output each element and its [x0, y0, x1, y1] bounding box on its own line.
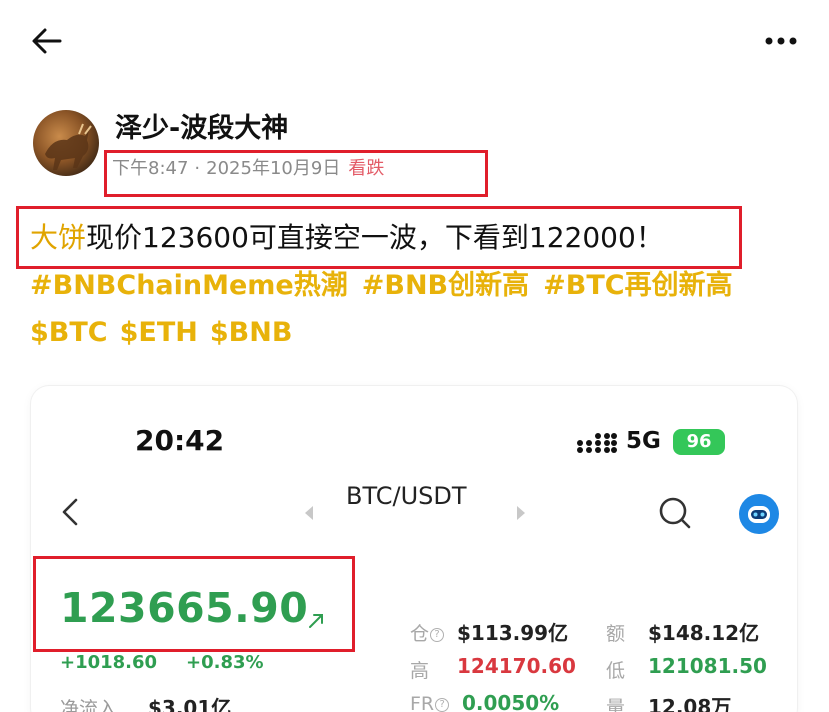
robot-assistant-icon[interactable] [739, 494, 779, 534]
change-absolute: +1018.60 [60, 652, 158, 673]
prev-pair-icon[interactable] [303, 505, 315, 521]
search-icon[interactable] [657, 495, 693, 531]
hashtag-bnb-new-high[interactable]: #BNB创新高 [362, 270, 529, 301]
low-label: 低 [606, 660, 626, 682]
status-time: 20:42 [135, 424, 225, 457]
funding-rate-label: FR? [410, 693, 450, 712]
post-highlight-box [16, 206, 742, 269]
cashtag-row: $BTC $ETH $BNB [30, 315, 304, 351]
cashtag-bnb[interactable]: $BNB [210, 317, 293, 348]
meta-highlight-box [104, 150, 488, 197]
trading-pair[interactable]: BTC/USDT [346, 482, 467, 510]
cashtag-btc[interactable]: $BTC [30, 317, 108, 348]
volume-label: 量 [606, 697, 626, 712]
more-dots-icon[interactable] [762, 28, 802, 54]
hashtag-btc-new-high[interactable]: #BTC再创新高 [543, 270, 732, 301]
signal-bars-icon [577, 433, 617, 453]
back-arrow-icon[interactable] [30, 26, 64, 56]
chevron-left-icon[interactable] [60, 496, 80, 528]
battery-level: 96 [686, 431, 712, 452]
info-icon[interactable]: ? [430, 627, 445, 642]
volume-value: 12.08万 [648, 695, 732, 712]
battery-indicator: 96 [673, 429, 725, 455]
cashtag-eth[interactable]: $ETH [120, 317, 198, 348]
hashtag-bnbchainmeme[interactable]: #BNBChainMeme热潮 [30, 270, 348, 301]
turnover-label: 额 [606, 623, 626, 645]
open-interest-label: 仓? [410, 619, 445, 646]
info-icon[interactable]: ? [435, 697, 450, 712]
high-value: 124170.60 [457, 654, 576, 678]
bull-avatar-image [45, 123, 92, 170]
turnover-value: $148.12亿 [648, 621, 760, 645]
hashtag-row: #BNBChainMeme热潮 #BNB创新高 #BTC再创新高 [30, 268, 747, 304]
price-highlight-box [33, 556, 355, 652]
avatar[interactable] [33, 110, 99, 176]
net-inflow-label: 净流入 [60, 698, 118, 712]
high-label: 高 [410, 660, 430, 682]
author-name[interactable]: 泽少-波段大神 [115, 112, 288, 146]
network-type: 5G [626, 428, 661, 454]
open-interest-value: $113.99亿 [457, 621, 569, 645]
next-pair-icon[interactable] [515, 505, 527, 521]
net-inflow-value: $3.01亿 [148, 696, 232, 712]
low-value: 121081.50 [648, 654, 767, 678]
change-percent: +0.83% [186, 652, 264, 673]
funding-rate-value: 0.0050% [462, 691, 560, 712]
